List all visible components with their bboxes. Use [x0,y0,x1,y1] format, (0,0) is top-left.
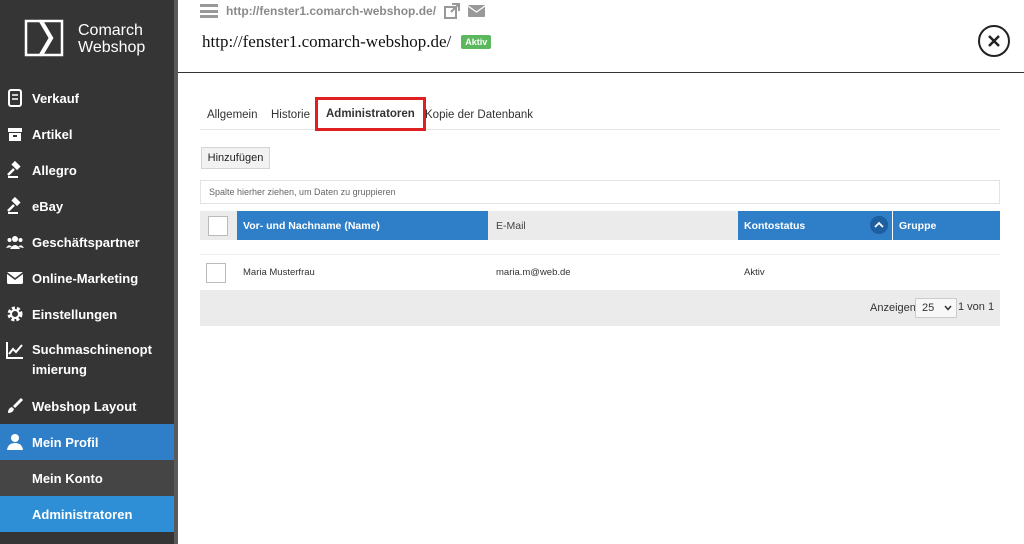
table-row[interactable]: Maria Musterfrau maria.m@web.de Aktiv [200,254,1000,290]
select-all-checkbox[interactable] [208,215,228,236]
sidebar-item-label: Einstellungen [32,306,118,322]
user-icon [7,434,23,450]
sidebar-item-label: Mein Profil [32,434,99,450]
chart-line-icon [6,342,23,359]
sidebar-item-geschaeftspartner[interactable]: Geschäftspartner [0,224,176,260]
sidebar-item-verkauf[interactable]: Verkauf [0,80,176,116]
add-button[interactable]: Hinzufügen [201,147,270,169]
sidebar-item-webshop-layout[interactable]: Webshop Layout [0,388,176,424]
tab-allgemein[interactable]: Allgemein [207,100,258,130]
external-link-icon[interactable] [444,3,461,19]
column-header-group[interactable]: Gruppe [892,211,1000,240]
users-icon [6,236,24,249]
sidebar-item-einstellungen[interactable]: Einstellungen [0,296,176,332]
column-header-email[interactable]: E-Mail [488,211,738,240]
sidebar-item-label: Geschäftspartner [32,234,140,250]
sidebar: Comarch Webshop Verkauf Artikel Allegro … [0,0,176,544]
sidebar-item-ebay[interactable]: eBay [0,188,176,224]
sidebar-item-label: Online-Marketing [32,270,139,286]
pager: Anzeigen 25 1 von 1 [200,290,1000,326]
page-size-value: 25 [922,302,935,314]
page-title-row: http://fenster1.comarch-webshop.de/ Akti… [202,32,492,52]
envelope-icon[interactable] [468,4,486,18]
envelope-icon [6,272,24,284]
top-bar: http://fenster1.comarch-webshop.de/ [200,2,486,20]
box-icon [8,128,22,141]
group-drop-zone[interactable]: Spalte hierher ziehen, um Daten zu grupp… [200,180,1000,204]
pager-label: Anzeigen [870,302,916,314]
tab-kopie-der-datenbank[interactable]: Kopie der Datenbank [425,100,533,130]
sidebar-item-label: Verkauf [32,90,79,106]
row-select-cell [200,262,237,283]
sidebar-item-seo[interactable]: Suchmaschinenopt imierung [0,332,176,388]
sidebar-item-allegro[interactable]: Allegro [0,152,176,188]
sidebar-item-artikel[interactable]: Artikel [0,116,176,152]
tab-bar: Allgemein Historie Administratoren Kopie… [200,97,1000,131]
sidebar-subitem-label: Mein Konto [32,470,103,486]
sidebar-item-label: Webshop Layout [32,398,137,414]
sidebar-subitem-administratoren[interactable]: Administratoren [0,496,176,532]
cell-name: Maria Musterfrau [243,267,315,278]
cell-email: maria.m@web.de [496,267,571,278]
tab-administratoren[interactable]: Administratoren [315,97,426,131]
page-size-select[interactable]: 25 [915,298,957,318]
column-header-status[interactable]: Kontostatus [738,211,892,240]
cell-status: Aktiv [744,267,765,278]
gavel-icon [7,197,21,214]
sidebar-item-label: Artikel [32,126,73,142]
page-title: http://fenster1.comarch-webshop.de/ [202,32,452,51]
sidebar-nav: Verkauf Artikel Allegro eBay Geschäftspa… [0,80,176,532]
sidebar-item-label: Suchmaschinenopt imierung [32,342,152,377]
brand-line1: Comarch [78,22,143,39]
app: Comarch Webshop Verkauf Artikel Allegro … [0,0,1024,544]
tab-historie[interactable]: Historie [271,100,310,130]
grid-header: Vor- und Nachname (Name) E-Mail Kontosta… [200,211,1000,240]
select-all-cell [200,211,237,240]
column-header-status-label: Kontostatus [744,219,806,232]
comarch-logo-icon [24,19,64,57]
row-checkbox[interactable] [206,262,226,283]
top-url[interactable]: http://fenster1.comarch-webshop.de/ [226,4,436,18]
receipt-icon [8,89,22,107]
sort-ascending-icon[interactable] [870,216,888,234]
column-header-name[interactable]: Vor- und Nachname (Name) [237,211,488,240]
brush-icon [8,397,24,413]
brand[interactable]: Comarch Webshop [0,0,176,80]
close-button[interactable] [978,25,1010,57]
header-divider [178,72,1024,73]
sidebar-edge [174,0,178,544]
close-icon [988,35,1000,47]
brand-line2: Webshop [78,39,146,56]
sidebar-subitem-label: Administratoren [32,506,133,522]
sidebar-item-label: eBay [32,198,64,214]
sidebar-subitem-mein-konto[interactable]: Mein Konto [0,460,176,496]
chevron-down-icon [944,305,952,311]
gavel-icon [7,161,21,178]
status-badge: Aktiv [461,35,492,49]
pager-info: 1 von 1 [958,301,995,313]
sidebar-item-online-marketing[interactable]: Online-Marketing [0,260,176,296]
sidebar-item-label: Allegro [32,162,77,178]
menu-icon[interactable] [200,4,218,18]
brand-text: Comarch Webshop [78,22,145,56]
gear-icon [7,306,23,322]
sidebar-item-mein-profil[interactable]: Mein Profil [0,424,176,460]
